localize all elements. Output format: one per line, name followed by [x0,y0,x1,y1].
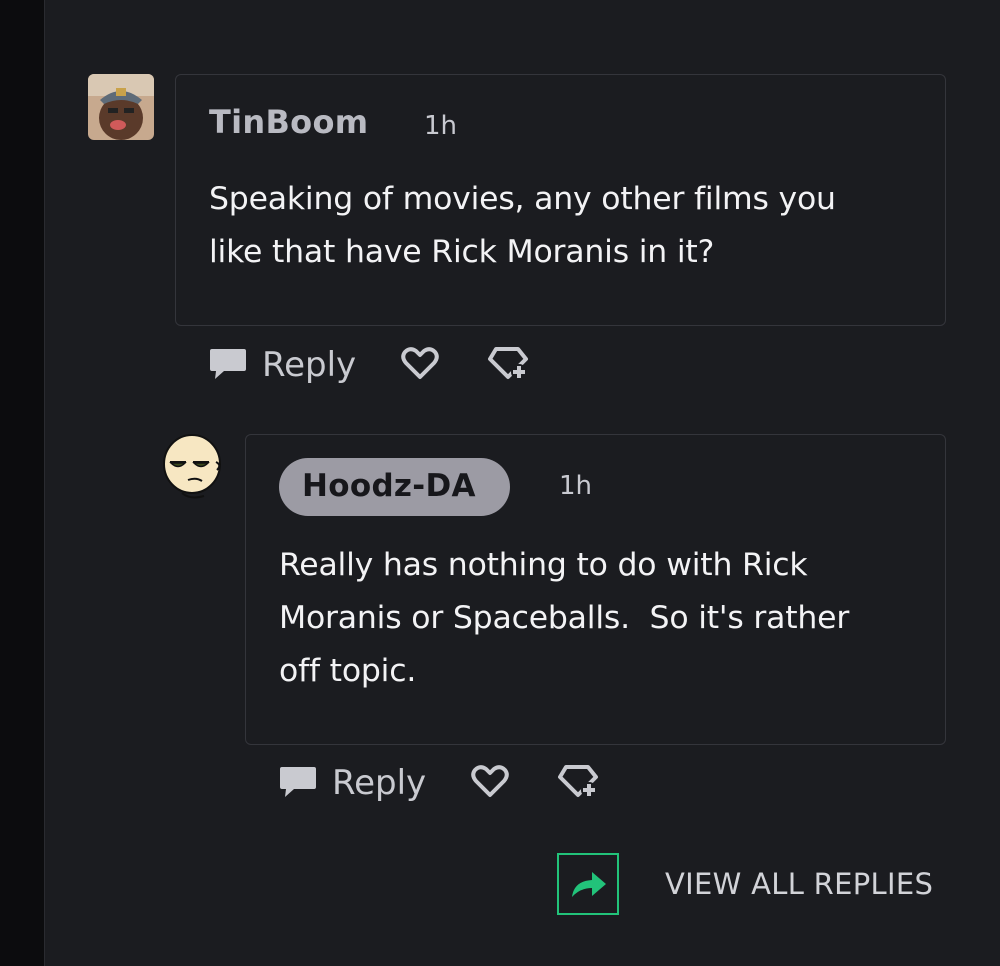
view-all-replies-button[interactable]: VIEW ALL REPLIES [557,853,933,915]
comment-card: TinBoom 1h Speaking of movies, any other… [175,74,946,326]
reply-icon [208,343,248,387]
reply-button[interactable]: Reply [208,343,356,387]
comment-actions: Reply [278,760,600,806]
comment-username-pill[interactable]: Hoodz-DA [279,458,510,516]
award-button[interactable] [556,761,600,805]
reply-label: Reply [332,763,427,803]
comment-body: Really has nothing to do with Rick Moran… [279,547,850,689]
comment-timestamp: 1h [424,111,458,141]
avatar-hoodz-da[interactable] [160,432,226,502]
award-icon [486,343,530,387]
reply-icon [278,761,318,805]
award-button[interactable] [486,343,530,387]
award-icon [556,761,600,805]
left-rail [0,0,45,966]
avatar-tinboom[interactable] [88,74,154,140]
reply-button[interactable]: Reply [278,761,426,805]
comment-timestamp: 1h [559,471,593,501]
reply-label: Reply [262,345,357,385]
view-all-replies-label: VIEW ALL REPLIES [665,867,934,901]
comment-username[interactable]: TinBoom [209,103,368,141]
heart-icon [400,345,440,385]
like-button[interactable] [400,345,440,385]
heart-icon [470,763,510,803]
share-arrow-icon [557,853,619,915]
comment-body: Speaking of movies, any other films you … [209,181,836,270]
like-button[interactable] [470,763,510,803]
comment-card: Hoodz-DA 1h Really has nothing to do wit… [245,434,946,745]
comment-actions: Reply [208,342,530,388]
